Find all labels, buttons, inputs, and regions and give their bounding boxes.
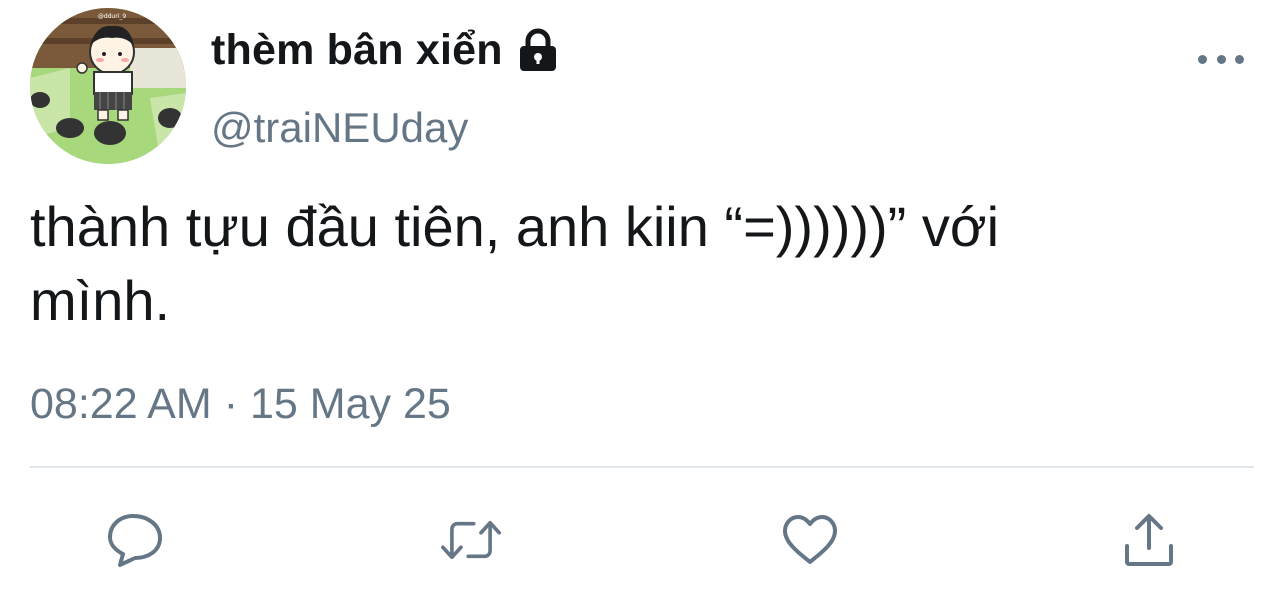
tweet-date: 15 May 25	[250, 380, 451, 428]
share-button[interactable]	[1119, 510, 1179, 570]
avatar[interactable]: @dduri_9	[30, 8, 186, 164]
display-name-row: thèm bân xiển	[211, 22, 561, 78]
tweet-text: thành tựu đầu tiên, anh kiin “=))))))” v…	[30, 195, 1000, 332]
tweet-time: 08:22 AM	[30, 380, 212, 428]
share-upload-icon	[1125, 514, 1173, 566]
heart-icon	[783, 515, 837, 564]
more-dot-icon	[1235, 54, 1244, 64]
lock-icon	[515, 27, 561, 73]
more-dot-icon	[1216, 54, 1226, 64]
user-handle[interactable]: @traiNEUday	[211, 104, 468, 152]
avatar-watermark: @dduri_9	[98, 13, 127, 20]
more-dot-icon	[1198, 54, 1207, 64]
timestamp-separator: ·	[223, 380, 239, 428]
retweet-button[interactable]	[441, 510, 501, 570]
like-button[interactable]	[780, 510, 840, 570]
more-options-button[interactable]	[1198, 46, 1244, 72]
divider	[30, 466, 1254, 468]
timestamp[interactable]: 08:22 AM · 15 May 25	[30, 380, 451, 429]
avatar-image: @dduri_9	[30, 8, 186, 164]
reply-button[interactable]	[105, 510, 165, 570]
display-name[interactable]: thèm bân xiển	[211, 26, 503, 75]
reply-bubble-icon	[108, 514, 162, 567]
tweet-card: @dduri_9 thèm bân xiển @traiNEUday thành…	[0, 0, 1284, 609]
retweet-icon	[441, 520, 501, 560]
